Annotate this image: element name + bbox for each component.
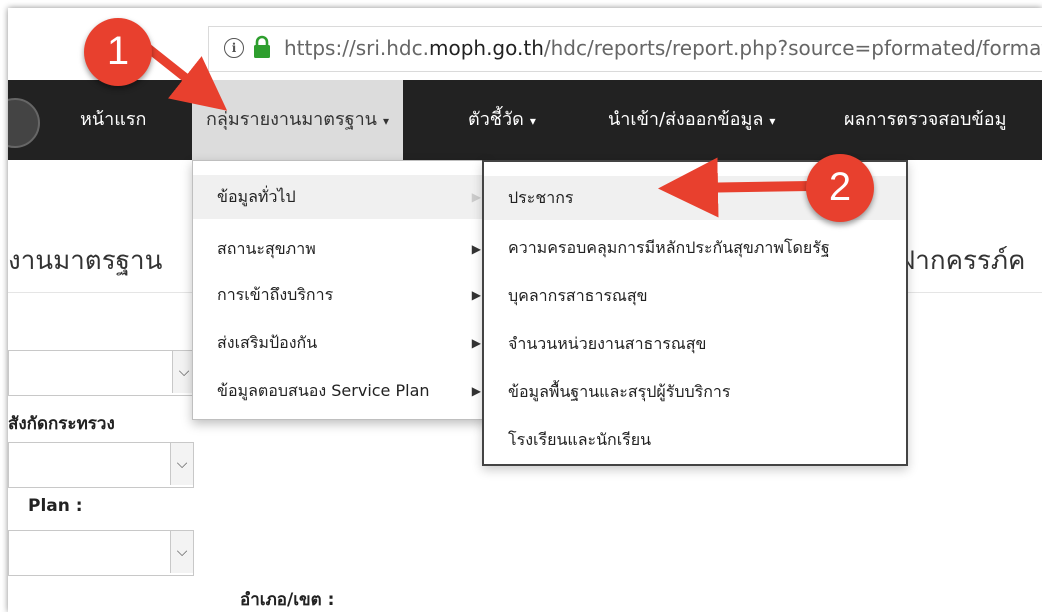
chevron-right-icon: ▶ <box>471 336 481 350</box>
submenu-item-label: บุคลากรสาธารณสุข <box>508 286 648 305</box>
filter-select-1[interactable]: ⌵ <box>8 350 196 396</box>
menu-item-service-access[interactable]: การเข้าถึงบริการ ▶ <box>193 273 487 317</box>
nav-data-check-results-label: ผลการตรวจสอบข้อมู <box>844 109 1007 130</box>
plan-select[interactable]: ⌵ <box>8 530 194 576</box>
nav-import-export-label: นำเข้า/ส่งออกข้อมูล <box>608 109 764 130</box>
ministry-label: สังกัดกระทรวง <box>8 414 115 434</box>
screenshot-frame: i https://sri.hdc.moph.go.th/hdc/reports… <box>8 8 1042 612</box>
nav-indicators[interactable]: ตัวชี้วัด ▾ <box>454 80 550 160</box>
submenu-item-schools-students[interactable]: โรงเรียนและนักเรียน <box>484 418 906 462</box>
page-title-right: ฝากครรภ์ค <box>900 246 1026 276</box>
site-logo[interactable] <box>8 98 40 148</box>
menu-item-service-plan[interactable]: ข้อมูลตอบสนอง Service Plan ▶ <box>193 369 487 413</box>
chevron-down-icon[interactable]: ⌵ <box>170 531 193 573</box>
nav-standard-reports-label: กลุ่มรายงานมาตรฐาน <box>206 109 377 130</box>
chevron-right-icon: ▶ <box>471 242 481 256</box>
nav-indicators-label: ตัวชี้วัด <box>468 109 524 130</box>
nav-standard-reports[interactable]: กลุ่มรายงานมาตรฐาน ▾ <box>192 80 404 160</box>
nav-home-label: หน้าแรก <box>80 109 147 130</box>
chevron-down-icon: ▾ <box>529 114 536 128</box>
submenu-item-label: โรงเรียนและนักเรียน <box>508 430 652 449</box>
chevron-down-icon: ▾ <box>383 114 390 128</box>
submenu-item-health-personnel[interactable]: บุคลากรสาธารณสุข <box>484 274 906 318</box>
chevron-right-icon: ▶ <box>471 288 481 302</box>
district-label: อำเภอ/เขต : <box>240 590 335 610</box>
chevron-down-icon[interactable]: ⌵ <box>170 443 193 485</box>
standard-reports-menu: ข้อมูลทั่วไป ▶ สถานะสุขภาพ ▶ การเข้าถึงบริ… <box>192 160 488 420</box>
submenu-item-health-insurance-coverage[interactable]: ความครอบคลุมการมีหลักประกันสุขภาพโดยรัฐ <box>484 226 906 270</box>
submenu-item-label: ประชากร <box>508 188 574 207</box>
url-domain: moph.go.th <box>428 36 544 60</box>
nav-import-export[interactable]: นำเข้า/ส่งออกข้อมูล ▾ <box>594 80 789 160</box>
chevron-right-icon: ▶ <box>471 190 481 204</box>
submenu-item-service-summary[interactable]: ข้อมูลพื้นฐานและสรุปผู้รับบริการ <box>484 370 906 414</box>
submenu-item-label: จำนวนหน่วยงานสาธารณสุข <box>508 334 707 353</box>
main-navbar: หน้าแรก กลุ่มรายงานมาตรฐาน ▾ ตัวชี้วัด ▾ น… <box>8 80 1042 160</box>
page-title: งานมาตรฐาน <box>8 246 163 276</box>
menu-item-label: การเข้าถึงบริการ <box>217 285 334 304</box>
lock-icon <box>254 35 270 58</box>
menu-item-label: สถานะสุขภาพ <box>217 239 316 258</box>
menu-item-general-info[interactable]: ข้อมูลทั่วไป ▶ <box>193 175 487 219</box>
menu-item-label: ส่งเสริมป้องกัน <box>217 333 318 352</box>
info-icon[interactable]: i <box>224 38 244 58</box>
submenu-item-label: ความครอบคลุมการมีหลักประกันสุขภาพโดยรัฐ <box>508 238 830 257</box>
nav-home[interactable]: หน้าแรก <box>66 80 160 160</box>
nav-data-check-results[interactable]: ผลการตรวจสอบข้อมู <box>830 80 1020 160</box>
ministry-select[interactable]: ⌵ <box>8 442 194 488</box>
url-prefix: https://sri.hdc. <box>284 36 429 60</box>
submenu-item-label: ข้อมูลพื้นฐานและสรุปผู้รับบริการ <box>508 382 731 401</box>
annotation-badge-2: 2 <box>806 154 874 222</box>
url-suffix: /hdc/reports/report.php?source=pformated… <box>543 36 1042 60</box>
submenu-item-health-units[interactable]: จำนวนหน่วยงานสาธารณสุข <box>484 322 906 366</box>
menu-item-label: ข้อมูลทั่วไป <box>217 187 296 206</box>
menu-item-prevention[interactable]: ส่งเสริมป้องกัน ▶ <box>193 321 487 365</box>
menu-item-health-status[interactable]: สถานะสุขภาพ ▶ <box>193 227 487 271</box>
chevron-right-icon: ▶ <box>471 384 481 398</box>
plan-label: Plan : <box>28 496 83 516</box>
url-text[interactable]: https://sri.hdc.moph.go.th/hdc/reports/r… <box>284 36 1042 60</box>
menu-item-label: ข้อมูลตอบสนอง Service Plan <box>217 381 430 400</box>
chevron-down-icon: ▾ <box>769 114 776 128</box>
browser-address-bar: i https://sri.hdc.moph.go.th/hdc/reports… <box>8 8 1042 80</box>
annotation-badge-1: 1 <box>84 18 152 86</box>
